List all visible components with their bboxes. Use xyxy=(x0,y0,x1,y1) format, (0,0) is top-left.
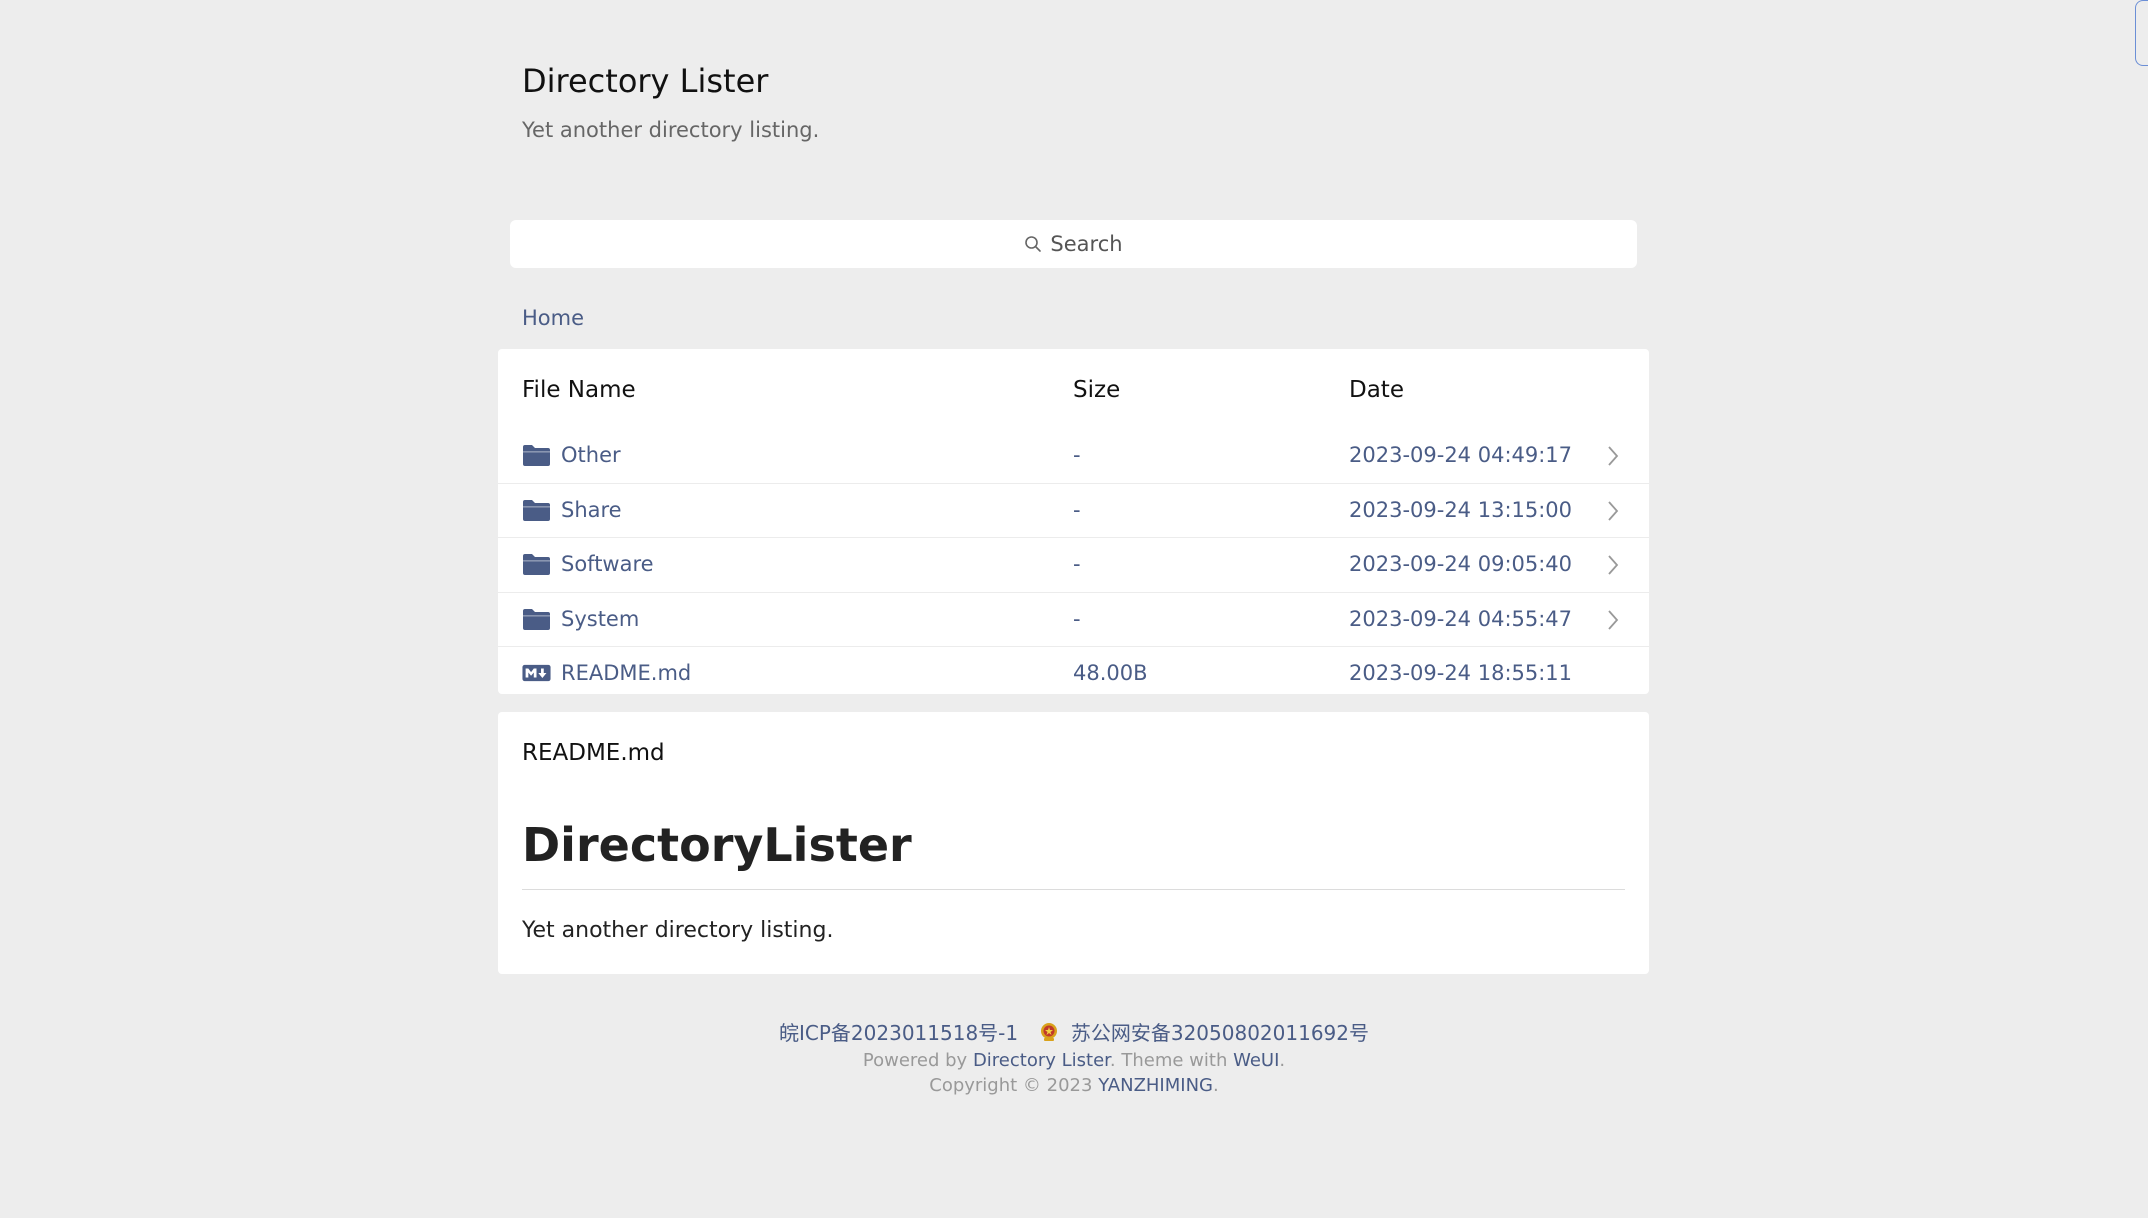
footer-copyright: Copyright © 2023 YANZHIMING. xyxy=(0,1073,2148,1098)
police-badge-icon xyxy=(1041,1023,1058,1041)
table-row[interactable]: README.md 48.00B 2023-09-24 18:55:11 xyxy=(498,647,1649,701)
table-header: File Name Size Date xyxy=(522,377,1649,417)
column-header-size[interactable]: Size xyxy=(1073,377,1120,403)
file-size: - xyxy=(1073,552,1081,577)
chevron-right-icon xyxy=(1608,555,1619,575)
file-size: - xyxy=(1073,443,1081,467)
file-rows: Other - 2023-09-24 04:49:17 Share - 2023… xyxy=(498,429,1649,701)
chevron-right-icon xyxy=(1608,610,1619,630)
readme-divider xyxy=(522,889,1625,890)
chevron-right-icon xyxy=(1608,500,1619,521)
file-name[interactable]: Other xyxy=(561,443,621,467)
column-header-date[interactable]: Date xyxy=(1349,377,1404,403)
search-placeholder: Search xyxy=(1050,232,1123,256)
file-name[interactable]: System xyxy=(561,607,639,631)
file-date: 2023-09-24 04:55:47 xyxy=(1349,606,1573,631)
file-size: 48.00B xyxy=(1073,661,1148,686)
breadcrumb: Home xyxy=(522,306,584,330)
readme-heading: DirectoryLister xyxy=(522,818,912,872)
readme-card: README.md DirectoryLister Yet another di… xyxy=(498,712,1649,974)
file-size: - xyxy=(1073,606,1081,631)
readme-filename: README.md xyxy=(522,740,665,766)
file-list-card: File Name Size Date Other - 2023-09-24 0… xyxy=(498,349,1649,694)
readme-paragraph: Yet another directory listing. xyxy=(522,918,834,943)
file-date: 2023-09-24 09:05:40 xyxy=(1349,552,1573,577)
side-panel-tab[interactable] xyxy=(2135,0,2148,66)
site-title[interactable]: Directory Lister xyxy=(522,62,768,100)
file-name[interactable]: Share xyxy=(561,498,622,522)
page: Directory Lister Yet another directory l… xyxy=(0,0,2148,1218)
theme-text: . Theme with xyxy=(1109,1050,1234,1071)
table-row[interactable]: System - 2023-09-24 04:55:47 xyxy=(498,593,1649,648)
powered-by-text: Powered by xyxy=(862,1050,973,1071)
column-header-file-name[interactable]: File Name xyxy=(522,377,636,403)
weui-link[interactable]: WeUI xyxy=(1233,1050,1279,1071)
table-row[interactable]: Software - 2023-09-24 09:05:40 xyxy=(498,538,1649,593)
footer: 皖ICP备2023011518号-1 苏公网安备32050802011692号 … xyxy=(0,1018,2148,1098)
folder-icon xyxy=(523,499,550,521)
author-link[interactable]: YANZHIMING xyxy=(1098,1075,1213,1096)
file-size: - xyxy=(1073,497,1081,522)
directory-lister-link[interactable]: Directory Lister xyxy=(973,1050,1110,1071)
file-date: 2023-09-24 18:55:11 xyxy=(1349,661,1573,686)
footer-powered-by: Powered by Directory Lister. Theme with … xyxy=(0,1048,2148,1073)
table-row[interactable]: Other - 2023-09-24 04:49:17 xyxy=(498,429,1649,484)
table-row[interactable]: Share - 2023-09-24 13:15:00 xyxy=(498,484,1649,539)
folder-icon xyxy=(523,554,550,576)
site-subtitle: Yet another directory listing. xyxy=(522,118,820,142)
file-name[interactable]: README.md xyxy=(561,661,691,685)
theme-suffix: . xyxy=(1279,1050,1286,1071)
police-record-link[interactable]: 苏公网安备32050802011692号 xyxy=(1071,1021,1369,1045)
search-input[interactable]: Search xyxy=(510,220,1637,268)
copyright-suffix: . xyxy=(1213,1075,1219,1096)
search-icon xyxy=(1025,236,1042,252)
file-name[interactable]: Software xyxy=(561,552,654,576)
chevron-right-icon xyxy=(1608,446,1619,466)
copyright-text: Copyright © 2023 xyxy=(929,1075,1099,1096)
footer-registration: 皖ICP备2023011518号-1 苏公网安备32050802011692号 xyxy=(0,1018,2148,1048)
folder-icon xyxy=(523,445,550,466)
icp-link[interactable]: 皖ICP备2023011518号-1 xyxy=(779,1021,1018,1045)
breadcrumb-home[interactable]: Home xyxy=(522,306,584,330)
folder-icon xyxy=(523,608,550,630)
file-date: 2023-09-24 04:49:17 xyxy=(1349,443,1573,467)
markdown-icon xyxy=(522,665,551,682)
file-date: 2023-09-24 13:15:00 xyxy=(1349,497,1573,522)
